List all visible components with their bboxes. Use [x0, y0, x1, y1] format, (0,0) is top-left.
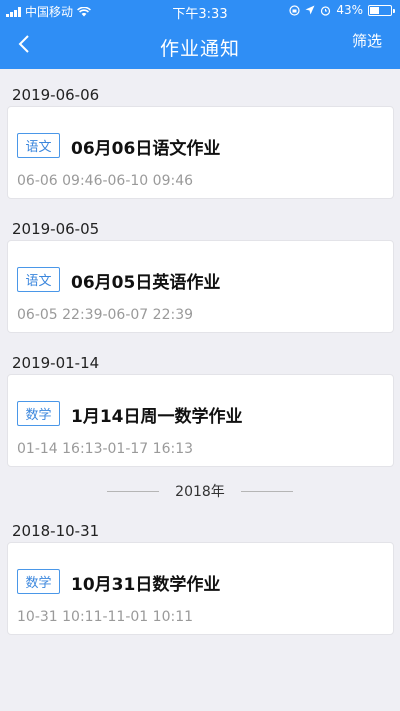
homework-card[interactable]: 语文 06月05日英语作业 06-05 22:39-06-07 22:39: [7, 240, 394, 333]
date-label: 2019-01-14: [12, 354, 100, 372]
battery-icon: [368, 4, 395, 16]
year-label: 2018年: [175, 484, 225, 500]
homework-card[interactable]: 数学 1月14日周一数学作业 01-14 16:13-01-17 16:13: [7, 374, 394, 467]
status-bar: 中国移动 下午3:33 43%: [0, 0, 400, 22]
location-icon: [305, 5, 315, 15]
homework-title: 1月14日周一数学作业: [71, 407, 243, 427]
homework-time: 06-05 22:39-06-07 22:39: [17, 307, 194, 323]
subject-tag: 数学: [17, 401, 60, 426]
filter-button[interactable]: 筛选: [352, 30, 382, 51]
app-header: 中国移动 下午3:33 43% 作业通知 筛选: [0, 0, 400, 69]
nav-bar: 作业通知 筛选: [0, 22, 400, 69]
subject-tag: 语文: [17, 267, 60, 292]
date-label: 2019-06-06: [12, 86, 100, 104]
battery-percent: 43%: [336, 3, 363, 17]
page-title: 作业通知: [159, 38, 240, 60]
year-divider: 2018年: [0, 481, 400, 501]
homework-title: 10月31日数学作业: [71, 575, 221, 595]
homework-card[interactable]: 语文 06月06日语文作业 06-06 09:46-06-10 09:46: [7, 106, 394, 199]
homework-time: 10-31 10:11-11-01 10:11: [17, 609, 194, 625]
homework-time: 06-06 09:46-06-10 09:46: [17, 173, 194, 189]
divider-line: [107, 490, 160, 492]
alarm-icon: [321, 5, 331, 16]
battery-fill: [370, 6, 379, 14]
subject-tag: 数学: [17, 569, 60, 594]
homework-time: 01-14 16:13-01-17 16:13: [17, 441, 194, 457]
status-right: 43%: [289, 3, 395, 17]
date-label: 2018-10-31: [12, 522, 100, 540]
subject-tag: 语文: [17, 133, 60, 158]
homework-title: 06月05日英语作业: [71, 273, 221, 293]
rotation-lock-icon: [289, 4, 300, 16]
homework-title: 06月06日语文作业: [71, 139, 221, 159]
date-label: 2019-06-05: [12, 220, 100, 238]
homework-card[interactable]: 数学 10月31日数学作业 10-31 10:11-11-01 10:11: [7, 542, 394, 635]
divider-line: [240, 490, 293, 492]
